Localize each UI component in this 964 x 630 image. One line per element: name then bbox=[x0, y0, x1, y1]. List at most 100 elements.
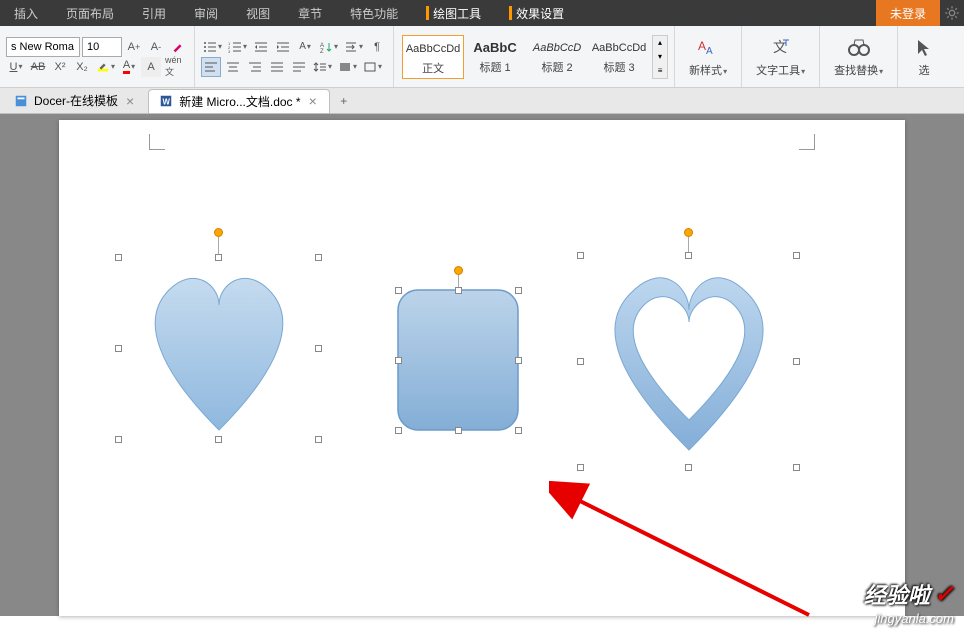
selection-handle[interactable] bbox=[315, 254, 322, 261]
selection-handle[interactable] bbox=[515, 357, 522, 364]
align-left-button[interactable] bbox=[201, 57, 221, 77]
selection-handle[interactable] bbox=[685, 464, 692, 471]
superscript-button[interactable]: X² bbox=[50, 57, 70, 77]
highlight-marker bbox=[509, 6, 512, 20]
select-button[interactable]: 选 bbox=[904, 32, 944, 82]
selection-handle[interactable] bbox=[515, 427, 522, 434]
font-size-input[interactable] bbox=[82, 37, 122, 57]
align-center-button[interactable] bbox=[223, 57, 243, 77]
selection-handle[interactable] bbox=[315, 345, 322, 352]
svg-text:文: 文 bbox=[773, 39, 787, 55]
document-page[interactable] bbox=[59, 120, 905, 616]
heart-shape-outline[interactable] bbox=[579, 250, 799, 470]
selection-handle[interactable] bbox=[793, 464, 800, 471]
text-direction-button[interactable]: A▾ bbox=[295, 37, 315, 57]
selection-handle[interactable] bbox=[577, 464, 584, 471]
svg-text:W: W bbox=[163, 98, 171, 107]
selection-handle[interactable] bbox=[395, 427, 402, 434]
theme-icon[interactable] bbox=[940, 1, 964, 25]
number-list-button[interactable]: 123▾ bbox=[226, 37, 249, 57]
selection-handle[interactable] bbox=[577, 252, 584, 259]
rotation-handle[interactable] bbox=[214, 228, 223, 237]
increase-font-button[interactable]: A+ bbox=[124, 37, 144, 57]
menu-drawing-tools[interactable]: 绘图工具 bbox=[412, 0, 495, 26]
svg-text:A: A bbox=[706, 46, 713, 57]
menu-chapters[interactable]: 章节 bbox=[284, 0, 336, 26]
menu-view[interactable]: 视图 bbox=[232, 0, 284, 26]
heart-shape-filled[interactable] bbox=[119, 250, 319, 450]
watermark: 经验啦 ✓ bbox=[864, 578, 954, 610]
selection-handle[interactable] bbox=[455, 287, 462, 294]
selection-handle[interactable] bbox=[115, 254, 122, 261]
selection-handle[interactable] bbox=[395, 287, 402, 294]
tab-close-button[interactable]: × bbox=[307, 93, 319, 109]
styles-down-button[interactable]: ▾ bbox=[653, 50, 667, 64]
menu-page-layout[interactable]: 页面布局 bbox=[52, 0, 128, 26]
border-button[interactable]: ▾ bbox=[361, 57, 384, 77]
align-justify-button[interactable] bbox=[267, 57, 287, 77]
style-heading2[interactable]: AaBbCcD 标题 2 bbox=[526, 35, 588, 79]
selection-handle[interactable] bbox=[515, 287, 522, 294]
styles-gallery: AaBbCcDd 正文 AaBbC 标题 1 AaBbCcD 标题 2 AaBb… bbox=[400, 33, 652, 81]
align-distribute-button[interactable] bbox=[289, 57, 309, 77]
style-normal[interactable]: AaBbCcDd 正文 bbox=[402, 35, 464, 79]
selection-handle[interactable] bbox=[115, 436, 122, 443]
new-style-group: AA 新样式▾ bbox=[675, 26, 742, 87]
underline-button[interactable]: U▾ bbox=[6, 57, 26, 77]
styles-group: AaBbCcDd 正文 AaBbC 标题 1 AaBbCcD 标题 2 AaBb… bbox=[394, 26, 675, 87]
selection-handle[interactable] bbox=[455, 427, 462, 434]
style-heading1[interactable]: AaBbC 标题 1 bbox=[464, 35, 526, 79]
style-heading3[interactable]: AaBbCcDd 标题 3 bbox=[588, 35, 650, 79]
selection-handle[interactable] bbox=[793, 358, 800, 365]
svg-text:3: 3 bbox=[228, 49, 231, 54]
tab-add-button[interactable]: + bbox=[332, 89, 356, 113]
menu-special[interactable]: 特色功能 bbox=[336, 0, 412, 26]
rotation-handle[interactable] bbox=[684, 228, 693, 237]
strikethrough-button[interactable]: AB bbox=[28, 57, 48, 77]
selection-handle[interactable] bbox=[115, 345, 122, 352]
rounded-rectangle-shape[interactable] bbox=[393, 285, 523, 435]
menu-insert[interactable]: 插入 bbox=[0, 0, 52, 26]
increase-indent-button[interactable] bbox=[273, 37, 293, 57]
svg-text:Z: Z bbox=[320, 49, 324, 54]
font-color-button[interactable]: A▾ bbox=[119, 57, 139, 77]
new-style-button[interactable]: AA 新样式▾ bbox=[681, 32, 735, 82]
text-tools-button[interactable]: 文 文字工具▾ bbox=[748, 32, 813, 82]
selection-handle[interactable] bbox=[215, 254, 222, 261]
shading-button[interactable]: ▾ bbox=[336, 57, 359, 77]
tab-close-button[interactable]: × bbox=[124, 93, 136, 109]
paragraph-group: ▾ 123▾ A▾ AZ▾ ▾ ¶ ▾ ▾ ▾ bbox=[195, 26, 394, 87]
word-icon: W bbox=[159, 94, 173, 108]
styles-up-button[interactable]: ▴ bbox=[653, 36, 667, 50]
tab-button[interactable]: ▾ bbox=[342, 37, 365, 57]
selection-handle[interactable] bbox=[315, 436, 322, 443]
selection-handle[interactable] bbox=[577, 358, 584, 365]
align-right-button[interactable] bbox=[245, 57, 265, 77]
highlight-button[interactable]: ▾ bbox=[94, 57, 117, 77]
char-shading-button[interactable]: A bbox=[141, 57, 161, 77]
selection-handle[interactable] bbox=[685, 252, 692, 259]
highlight-marker bbox=[426, 6, 429, 20]
menu-effect-settings[interactable]: 效果设置 bbox=[495, 0, 578, 26]
tab-document[interactable]: W 新建 Micro...文档.doc * × bbox=[148, 89, 330, 113]
bullet-list-button[interactable]: ▾ bbox=[201, 37, 224, 57]
login-button[interactable]: 未登录 bbox=[876, 0, 940, 26]
menu-references[interactable]: 引用 bbox=[128, 0, 180, 26]
line-spacing-button[interactable]: ▾ bbox=[311, 57, 334, 77]
styles-more-button[interactable]: ≡ bbox=[653, 64, 667, 78]
show-marks-button[interactable]: ¶ bbox=[367, 37, 387, 57]
rotation-handle[interactable] bbox=[454, 266, 463, 275]
decrease-font-button[interactable]: A- bbox=[146, 37, 166, 57]
sort-button[interactable]: AZ▾ bbox=[317, 37, 340, 57]
tab-docer[interactable]: Docer-在线模板 × bbox=[4, 89, 146, 113]
phonetic-guide-button[interactable]: wén文 bbox=[163, 57, 184, 77]
clear-format-button[interactable] bbox=[168, 37, 188, 57]
selection-handle[interactable] bbox=[215, 436, 222, 443]
subscript-button[interactable]: X₂ bbox=[72, 57, 92, 77]
find-replace-button[interactable]: 查找替换▾ bbox=[826, 32, 891, 82]
decrease-indent-button[interactable] bbox=[251, 37, 271, 57]
menu-review[interactable]: 审阅 bbox=[180, 0, 232, 26]
font-name-input[interactable] bbox=[6, 37, 80, 57]
selection-handle[interactable] bbox=[793, 252, 800, 259]
selection-handle[interactable] bbox=[395, 357, 402, 364]
